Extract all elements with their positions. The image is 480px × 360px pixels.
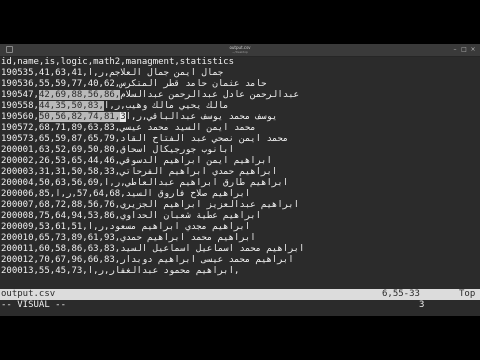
status-scroll: Top	[459, 289, 476, 299]
selection-count: 3	[419, 300, 425, 310]
minimize-icon[interactable]: –	[452, 47, 458, 53]
line-text: 190536,55,59,77,40,62,	[1, 79, 121, 89]
line-text: جمال ايمن جمال العلاجم,ر,ا	[87, 68, 224, 78]
visual-selection: 42,69,88,56,86,	[38, 90, 121, 100]
csv-data-line[interactable]: 200007,68,72,88,56,76,ابراهيم عبدالعزيز …	[0, 200, 480, 211]
line-text: ابراهيم محمد عيسى ابراهيم دوبدار	[120, 255, 294, 265]
line-text: ابراهيم صلاح فاروق السيد,57,64,68,ر,ا	[55, 189, 251, 199]
line-text: ابراهيم ايمن ابراهيم الدسوقي	[120, 156, 272, 166]
status-cursor-position: 6,55-33	[382, 289, 420, 299]
line-text: 200012,70,67,96,66,83,	[1, 255, 121, 265]
line-text: ابراهيم طارق ابراهيم عبدالعاطي,ر,ا	[103, 178, 289, 188]
line-text: ابراهيم محمد ابراهيم حمدي	[120, 233, 256, 243]
csv-data-line[interactable]: 200011,60,58,86,63,83,ابراهيم محمد اسماع…	[0, 244, 480, 255]
mode-indicator: -- VISUAL --	[1, 300, 67, 310]
visual-selection: 50,56,82,74,81,	[38, 112, 121, 122]
csv-data-line[interactable]: 190560,50,56,82,74,81,3يوسف محمد يوسف عب…	[0, 112, 480, 123]
line-text: حامد عثمان حامد قطر المتكرس	[120, 79, 267, 89]
csv-data-line[interactable]: 190573,65,59,87,65,79,محمد ايمن نصحي عبد…	[0, 134, 480, 145]
line-text: 200006,85,	[1, 189, 56, 199]
window-subtitle: ~/Desktop	[232, 50, 248, 54]
csv-data-line[interactable]: 200008,75,64,94,53,86,ابراهيم عطية شعبان…	[0, 211, 480, 222]
line-text: محمد ايمن نصحي عبد الفتاح القاد	[120, 134, 289, 144]
letterbox-top	[0, 0, 480, 44]
line-text: 200011,60,58,86,63,83,	[1, 244, 121, 254]
title-bar[interactable]: output.csv ~/Desktop – □ ×	[0, 44, 480, 57]
line-text: 190558,	[1, 101, 39, 111]
csv-data-line[interactable]: 190547,42,69,88,56,86,عبدالرحمن عادل عبد…	[0, 90, 480, 101]
line-text: 190535,41,63,41,	[1, 68, 88, 78]
csv-data-line[interactable]: 200006,85,ابراهيم صلاح فاروق السيد,57,64…	[0, 189, 480, 200]
vim-command-line[interactable]: -- VISUAL -- 3	[0, 300, 480, 311]
vim-statusline: output.csv 6,55-33 Top	[0, 289, 480, 300]
line-text: 200002,26,53,65,44,46,	[1, 156, 121, 166]
line-text: 200008,75,64,94,53,86,	[1, 211, 121, 221]
line-text: ابراهيم عبدالعزيز ابراهيم الجزيري	[120, 200, 300, 210]
line-text: مالك يحيي مالك وهيب,ر,ا	[103, 101, 229, 111]
csv-data-line[interactable]: 200012,70,67,96,66,83,ابراهيم محمد عيسى …	[0, 255, 480, 266]
line-text: 200004,50,63,56,69,	[1, 178, 104, 188]
csv-data-line[interactable]: 200002,26,53,65,44,46,ابراهيم ايمن ابراه…	[0, 156, 480, 167]
close-icon[interactable]: ×	[470, 47, 476, 53]
csv-data-line[interactable]: 200004,50,63,56,69,ابراهيم طارق ابراهيم …	[0, 178, 480, 189]
csv-data-line[interactable]: 200001,63,52,69,50,80,ابانوب جورجيكال اس…	[0, 145, 480, 156]
terminal-window: output.csv ~/Desktop – □ × id,name,is,lo…	[0, 44, 480, 316]
line-text: محمد ايمن السيد محمد عيسي	[120, 123, 256, 133]
line-text: 190560,	[1, 112, 39, 122]
line-text: ابانوب جورجيكال اسحاق	[120, 145, 235, 155]
line-text: 190572,68,71,89,63,83,	[1, 123, 121, 133]
line-text: 200007,68,72,88,56,76,	[1, 200, 121, 210]
csv-data-line[interactable]: 190572,68,71,89,63,83,محمد ايمن السيد مح…	[0, 123, 480, 134]
line-text: ابراهيم عطية شعبان الحداوي	[120, 211, 262, 221]
line-text: ابراهيم مجدي ابراهيم مسعود,ر,ا,61,51	[55, 222, 251, 232]
line-text: 190573,65,59,87,65,79,	[1, 134, 121, 144]
letterbox-bottom	[0, 316, 480, 360]
line-text: ابراهيم محمود عبدالغفار,ر,ا,45,73,	[55, 266, 240, 276]
line-text: يوسف محمد يوسف عبدالباقي,ر,ا	[125, 112, 278, 122]
line-text: 200003,31,31,50,58,33,	[1, 167, 121, 177]
csv-data-line[interactable]: 200010,65,73,89,61,93,ابراهيم محمد ابراه…	[0, 233, 480, 244]
line-text: 200010,65,73,89,61,93,	[1, 233, 121, 243]
line-text: 190547,	[1, 90, 39, 100]
csv-data-line[interactable]: 200009,53,ابراهيم مجدي ابراهيم مسعود,ر,ا…	[0, 222, 480, 233]
visual-selection: 44,35,50,83,	[38, 101, 104, 111]
csv-data-line[interactable]: 190558,44,35,50,83,مالك يحيي مالك وهيب,ر…	[0, 101, 480, 112]
line-text: 200009,53,	[1, 222, 56, 232]
line-text: 200001,63,52,69,50,80,	[1, 145, 121, 155]
line-text: ابراهيم حمدي ابراهيم الفرحاتي	[120, 167, 278, 177]
csv-data-line[interactable]: 190536,55,59,77,40,62,حامد عثمان حامد قط…	[0, 79, 480, 90]
vim-editor-buffer[interactable]: id,name,is,logic,math2,managment,statist…	[0, 57, 480, 290]
maximize-icon[interactable]: □	[461, 47, 467, 53]
line-text: 200013,55,	[1, 266, 56, 276]
csv-data-line[interactable]: 200013,55,ابراهيم محمود عبدالغفار,ر,ا,45…	[0, 266, 480, 277]
status-filename: output.csv	[1, 289, 56, 299]
csv-header-line[interactable]: id,name,is,logic,math2,managment,statist…	[0, 57, 480, 68]
csv-data-line[interactable]: 190535,41,63,41,جمال ايمن جمال العلاجم,ر…	[0, 68, 480, 79]
line-text: ابراهيم محمد اسماعيل اسماعيل السيد	[120, 244, 305, 254]
csv-data-line[interactable]: 200003,31,31,50,58,33,ابراهيم حمدي ابراه…	[0, 167, 480, 178]
line-text: عبدالرحمن عادل عبدالرحمن عبدالسلام	[120, 90, 300, 100]
